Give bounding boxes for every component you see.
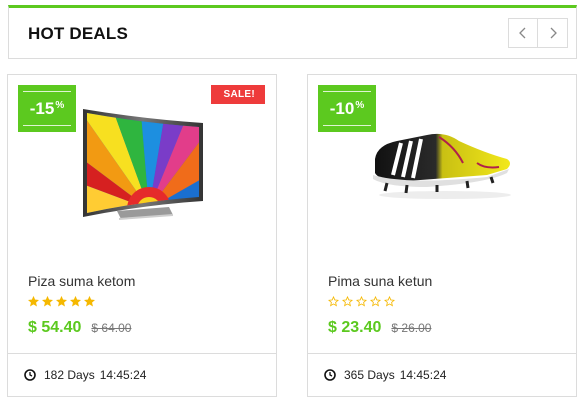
star-empty-icon: [370, 296, 381, 307]
chevron-right-icon: [550, 27, 557, 39]
star-filled-icon: [84, 296, 95, 307]
product-name[interactable]: Pima suna ketun: [328, 273, 432, 289]
soccer-cleat-image[interactable]: [367, 123, 517, 203]
countdown-time: 14:45:24: [399, 368, 447, 382]
discount-unit: %: [55, 100, 65, 111]
star-empty-icon: [342, 296, 353, 307]
countdown: 182 Days 14:45:24: [8, 353, 276, 396]
product-card[interactable]: -10 % Pima suna ketun $ 23.40 $ 26.00 36…: [307, 74, 577, 397]
curved-tv-image[interactable]: [77, 105, 207, 223]
price-row: $ 23.40 $ 26.00: [328, 319, 431, 337]
rating-stars: [28, 296, 95, 307]
rating-stars: [328, 296, 395, 307]
countdown: 365 Days 14:45:24: [308, 353, 576, 396]
star-filled-icon: [28, 296, 39, 307]
clock-icon: [324, 369, 336, 381]
next-button[interactable]: [538, 18, 568, 48]
prev-button[interactable]: [508, 18, 538, 48]
price: $ 23.40: [328, 319, 382, 336]
product-card[interactable]: -15 % SALE! Piza suma ketom $ 54.40 $ 64…: [7, 74, 277, 397]
countdown-days: 182 Days: [44, 368, 95, 382]
hot-deals-header: HOT DEALS: [8, 5, 577, 59]
star-filled-icon: [70, 296, 81, 307]
discount-value: -15: [29, 98, 55, 118]
discount-unit: %: [355, 100, 365, 111]
countdown-days: 365 Days: [344, 368, 395, 382]
old-price: $ 26.00: [391, 321, 432, 335]
section-title: HOT DEALS: [28, 24, 129, 43]
product-name[interactable]: Piza suma ketom: [28, 273, 135, 289]
discount-value: -10: [329, 98, 355, 118]
chevron-left-icon: [519, 27, 526, 39]
sale-badge: SALE!: [210, 85, 265, 104]
price-row: $ 54.40 $ 64.00: [28, 319, 131, 337]
old-price: $ 64.00: [91, 321, 132, 335]
price: $ 54.40: [28, 319, 82, 336]
clock-icon: [24, 369, 36, 381]
discount-badge: -15 %: [18, 85, 76, 132]
star-filled-icon: [56, 296, 67, 307]
star-empty-icon: [328, 296, 339, 307]
countdown-time: 14:45:24: [99, 368, 147, 382]
star-filled-icon: [42, 296, 53, 307]
star-empty-icon: [384, 296, 395, 307]
star-empty-icon: [356, 296, 367, 307]
carousel-nav: [508, 18, 568, 48]
